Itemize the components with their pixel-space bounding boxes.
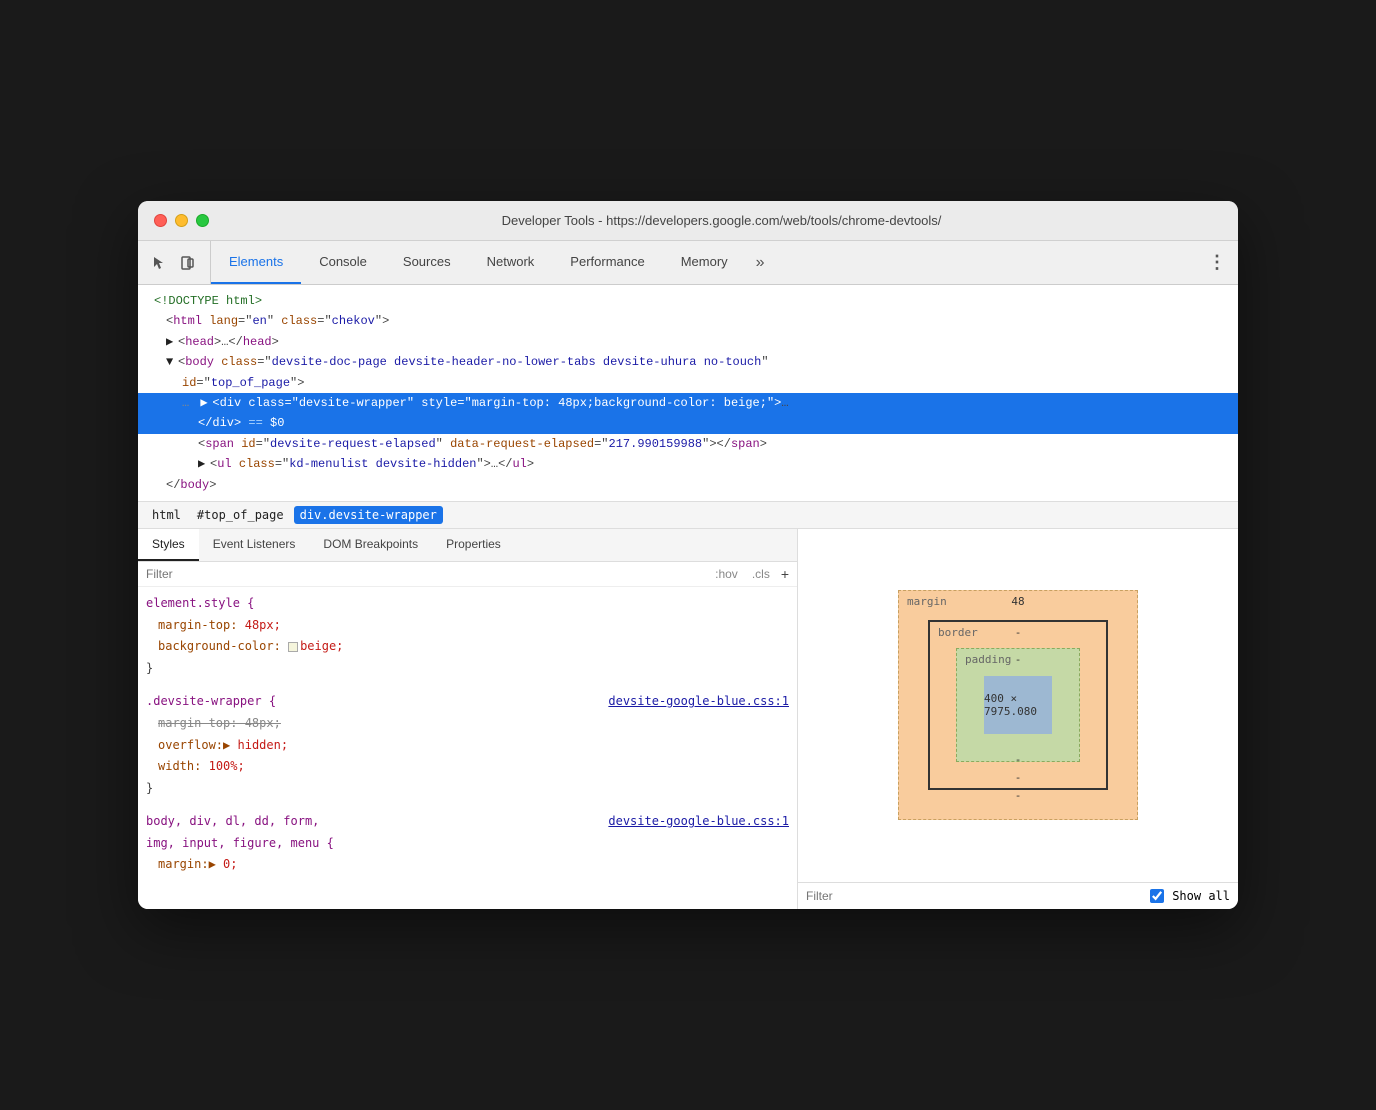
- margin-top-value: 48: [1011, 595, 1024, 608]
- tab-event-listeners[interactable]: Event Listeners: [199, 529, 310, 561]
- window-title: Developer Tools - https://developers.goo…: [221, 213, 1222, 228]
- devtools-window: Developer Tools - https://developers.goo…: [138, 201, 1238, 909]
- css-prop-overflow[interactable]: overflow:▶ hidden;: [146, 735, 789, 757]
- padding-label: padding: [965, 653, 1011, 666]
- breadcrumb-html[interactable]: html: [146, 506, 187, 524]
- doctype-comment: <!DOCTYPE html>: [154, 294, 262, 308]
- dom-tree: <!DOCTYPE html> <html lang="en" class="c…: [138, 285, 1238, 502]
- css-prop-margin-top-strike[interactable]: margin-top: 48px;: [146, 713, 789, 735]
- margin-bottom-value: -: [1015, 789, 1022, 802]
- breadcrumb: html #top_of_page div.devsite-wrapper: [138, 502, 1238, 529]
- computed-filter-bar: Show all: [798, 882, 1238, 909]
- tab-performance[interactable]: Performance: [552, 241, 662, 284]
- cls-button[interactable]: .cls: [749, 566, 773, 582]
- dom-line-span[interactable]: <span id="devsite-request-elapsed" data-…: [138, 434, 1238, 454]
- tab-memory[interactable]: Memory: [663, 241, 746, 284]
- close-button[interactable]: [154, 214, 167, 227]
- tab-sources[interactable]: Sources: [385, 241, 469, 284]
- add-style-button[interactable]: +: [781, 566, 789, 582]
- styles-content: element.style { margin-top: 48px; backgr…: [138, 587, 797, 909]
- dom-line-body[interactable]: ▼<body class="devsite-doc-page devsite-h…: [138, 352, 1238, 372]
- css-selector-devsite-wrapper: .devsite-wrapper { devsite-google-blue.c…: [146, 691, 789, 713]
- titlebar: Developer Tools - https://developers.goo…: [138, 201, 1238, 241]
- box-model-area: margin 48 border - padding -: [798, 529, 1238, 882]
- dom-line-selected-end: </div> == $0: [138, 413, 1238, 433]
- tab-styles[interactable]: Styles: [138, 529, 199, 561]
- css-rule-devsite-wrapper: .devsite-wrapper { devsite-google-blue.c…: [146, 691, 789, 799]
- tab-console[interactable]: Console: [301, 241, 385, 284]
- cursor-icon[interactable]: [150, 253, 170, 273]
- hov-button[interactable]: :hov: [712, 566, 741, 582]
- breadcrumb-devsite-wrapper[interactable]: div.devsite-wrapper: [294, 506, 443, 524]
- content-size: 400 × 7975.080: [984, 692, 1052, 718]
- panel-tabs: Styles Event Listeners DOM Breakpoints P…: [138, 529, 797, 562]
- computed-filter-input[interactable]: [806, 889, 1142, 903]
- css-selector-element-style: element.style {: [146, 593, 789, 615]
- tabs: Elements Console Sources Network Perform…: [211, 241, 1196, 284]
- content-layer: 400 × 7975.080: [984, 676, 1052, 734]
- css-rule-close: }: [146, 658, 789, 680]
- tab-network[interactable]: Network: [469, 241, 553, 284]
- tab-elements[interactable]: Elements: [211, 241, 301, 284]
- toolbar-icons: [138, 241, 211, 284]
- show-all-label: Show all: [1172, 889, 1230, 903]
- dom-line-ul[interactable]: ▶<ul class="kd-menulist devsite-hidden">…: [138, 454, 1238, 474]
- padding-bottom-value: -: [1015, 753, 1022, 766]
- dom-line-body-close: </body>: [138, 475, 1238, 495]
- css-rule-close2: }: [146, 778, 789, 800]
- styles-panel: Styles Event Listeners DOM Breakpoints P…: [138, 529, 798, 909]
- traffic-lights: [154, 214, 209, 227]
- box-model: margin 48 border - padding -: [898, 590, 1138, 820]
- dom-line-selected[interactable]: … ▶<div class="devsite-wrapper" style="m…: [138, 393, 1238, 413]
- show-all-checkbox[interactable]: [1150, 889, 1164, 903]
- margin-label: margin: [907, 595, 947, 608]
- css-selector-body-div: body, div, dl, dd, form, devsite-google-…: [146, 811, 789, 833]
- border-value: -: [1015, 626, 1022, 639]
- css-prop-margin[interactable]: margin:▶ 0;: [146, 854, 789, 876]
- css-prop-width[interactable]: width: 100%;: [146, 756, 789, 778]
- css-prop-background-color[interactable]: background-color: beige;: [146, 636, 789, 658]
- styles-filter-bar: :hov .cls +: [138, 562, 797, 587]
- dom-line-doctype: <!DOCTYPE html>: [138, 291, 1238, 311]
- filter-options: :hov .cls +: [712, 566, 789, 582]
- css-prop-margin-top[interactable]: margin-top: 48px;: [146, 615, 789, 637]
- border-label: border: [938, 626, 978, 639]
- devtools-menu-button[interactable]: ⋮: [1196, 241, 1238, 284]
- bottom-section: Styles Event Listeners DOM Breakpoints P…: [138, 529, 1238, 909]
- device-icon[interactable]: [178, 253, 198, 273]
- css-rule-body-div: body, div, dl, dd, form, devsite-google-…: [146, 811, 789, 876]
- more-tabs-button[interactable]: »: [746, 241, 775, 284]
- padding-top-value: -: [1015, 653, 1022, 666]
- css-selector-body-div-2: img, input, figure, menu {: [146, 833, 789, 855]
- border-bottom-value: -: [1015, 771, 1022, 784]
- breadcrumb-top-of-page[interactable]: #top_of_page: [191, 506, 290, 524]
- toolbar: Elements Console Sources Network Perform…: [138, 241, 1238, 285]
- maximize-button[interactable]: [196, 214, 209, 227]
- dom-line-html[interactable]: <html lang="en" class="chekov">: [138, 311, 1238, 331]
- tab-dom-breakpoints[interactable]: DOM Breakpoints: [309, 529, 432, 561]
- styles-filter-input[interactable]: [146, 567, 704, 581]
- dom-line-body-id: id="top_of_page">: [138, 373, 1238, 393]
- box-model-panel: margin 48 border - padding -: [798, 529, 1238, 909]
- css-rule-element-style: element.style { margin-top: 48px; backgr…: [146, 593, 789, 679]
- dom-line-head[interactable]: ▶<head>…</head>: [138, 332, 1238, 352]
- tab-properties[interactable]: Properties: [432, 529, 515, 561]
- minimize-button[interactable]: [175, 214, 188, 227]
